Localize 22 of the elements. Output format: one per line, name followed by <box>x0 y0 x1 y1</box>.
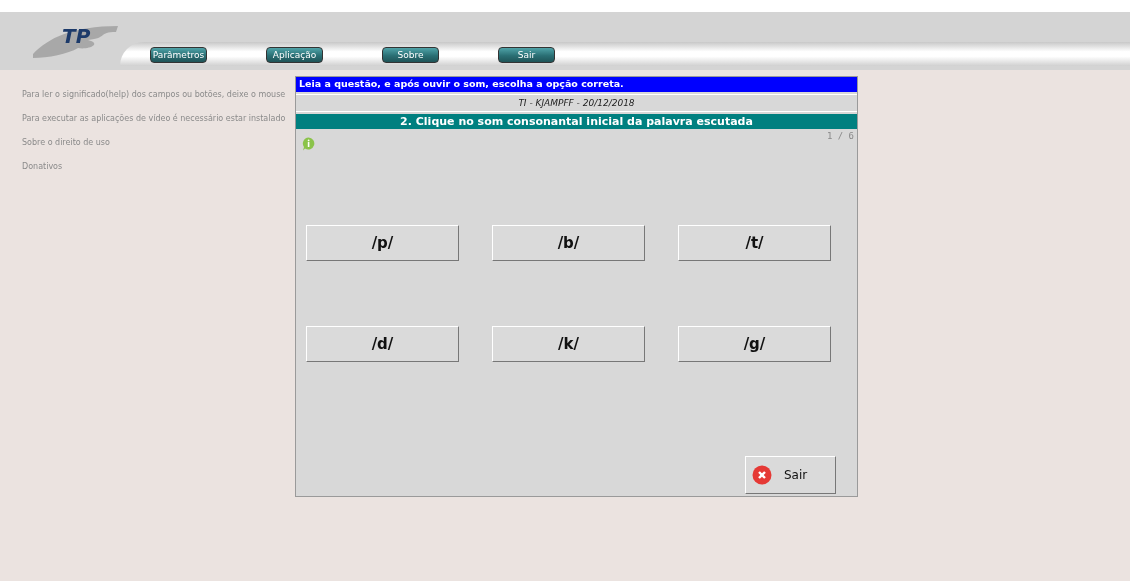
instruction-bar: Leia a questão, e após ouvir o som, escolha a opção correta. <box>296 77 857 92</box>
progress-counter: 1 / 6 <box>826 131 854 141</box>
menu-button[interactable]: Sair <box>498 47 555 63</box>
menu-button[interactable]: Parâmetros <box>150 47 207 63</box>
help-link[interactable]: Para ler o significado(help) dos campos ou botões, deixe o mouse <box>22 90 295 99</box>
option-button[interactable]: /g/ <box>678 326 831 362</box>
help-link[interactable]: Donativos <box>22 162 295 171</box>
logo-text: TP <box>62 24 91 48</box>
option-button[interactable]: /t/ <box>678 225 831 261</box>
help-link[interactable]: Sobre o direito de uso <box>22 138 295 147</box>
option-button[interactable]: /b/ <box>492 225 645 261</box>
info-bubble-icon[interactable] <box>302 137 315 151</box>
menu-button[interactable]: Sobre <box>382 47 439 63</box>
option-button[interactable]: /k/ <box>492 326 645 362</box>
subtitle-bar: TI - KJAMPFF - 20/12/2018 <box>296 94 857 112</box>
exit-button[interactable]: Sair <box>745 456 836 494</box>
help-link[interactable]: Para executar as aplicações de vídeo é necessário estar instalado <box>22 114 295 123</box>
menu-button[interactable]: Aplicação <box>266 47 323 63</box>
close-icon <box>752 465 772 485</box>
option-button[interactable]: /p/ <box>306 225 459 261</box>
option-button[interactable]: /d/ <box>306 326 459 362</box>
question-bar: 2. Clique no som consonantal inicial da palavra escutada <box>296 114 857 129</box>
